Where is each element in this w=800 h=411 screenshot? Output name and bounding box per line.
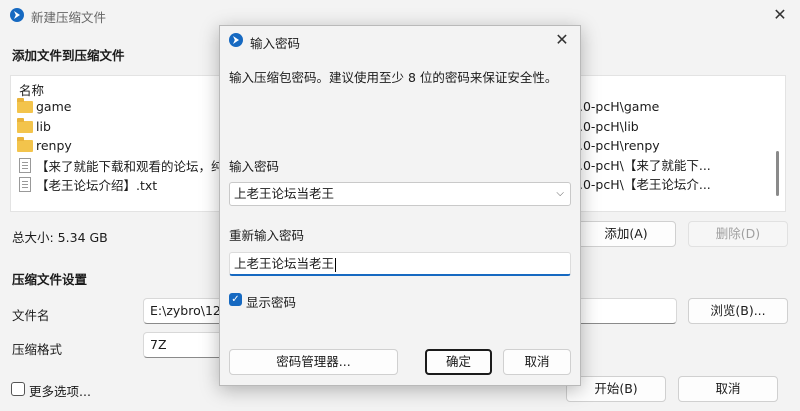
document-icon bbox=[19, 158, 31, 173]
main-cancel-button[interactable]: 取消 bbox=[678, 376, 778, 402]
password-combo-value: 上老王论坛当老王 bbox=[234, 186, 335, 201]
password-combo[interactable]: 上老王论坛当老王 ⌵ bbox=[229, 182, 571, 206]
text-caret bbox=[335, 257, 337, 272]
path-cell: .0-pcH\lib bbox=[579, 119, 639, 134]
password-label: 输入密码 bbox=[229, 159, 280, 174]
list-item-label: 【老王论坛介绍】.txt bbox=[36, 178, 158, 193]
reenter-password-label: 重新输入密码 bbox=[229, 228, 305, 243]
folder-icon bbox=[17, 136, 33, 152]
chevron-down-icon[interactable]: ⌵ bbox=[556, 183, 564, 205]
path-cell: .0-pcH\【来了就能下... bbox=[579, 158, 711, 173]
path-cell: .0-pcH\game bbox=[579, 99, 660, 114]
dialog-title: 输入密码 bbox=[250, 36, 301, 51]
password-dialog: 输入密码 ✕ 输入压缩包密码。建议使用至少 8 位的密码来保证安全性。 输入密码… bbox=[219, 25, 581, 386]
more-options-checkbox[interactable] bbox=[11, 382, 25, 396]
format-label: 压缩格式 bbox=[12, 342, 63, 357]
ok-button[interactable]: 确定 bbox=[425, 349, 492, 375]
main-close-icon[interactable]: ✕ bbox=[768, 4, 792, 26]
total-size-text: 总大小: 5.34 GB bbox=[12, 230, 108, 245]
reenter-password-value: 上老王论坛当老王 bbox=[234, 256, 335, 271]
list-item-label: game bbox=[36, 99, 72, 114]
list-item[interactable]: lib bbox=[17, 117, 51, 136]
document-icon bbox=[19, 177, 31, 192]
list-item[interactable]: renpy bbox=[17, 136, 72, 155]
list-item-label: renpy bbox=[36, 138, 72, 153]
settings-heading: 压缩文件设置 bbox=[12, 272, 88, 287]
add-button[interactable]: 添加(A) bbox=[576, 221, 676, 247]
show-password-label[interactable]: 显示密码 bbox=[246, 292, 296, 311]
folder-icon bbox=[17, 117, 33, 133]
vertical-scrollbar[interactable] bbox=[776, 151, 779, 196]
password-manager-button[interactable]: 密码管理器... bbox=[229, 349, 398, 375]
path-cell: .0-pcH\【老王论坛介... bbox=[579, 177, 711, 192]
filename-label: 文件名 bbox=[12, 308, 50, 323]
list-item[interactable]: 【老王论坛介绍】.txt bbox=[17, 175, 157, 194]
dialog-description: 输入压缩包密码。建议使用至少 8 位的密码来保证安全性。 bbox=[229, 70, 558, 85]
start-button[interactable]: 开始(B) bbox=[566, 376, 666, 402]
add-files-heading: 添加文件到压缩文件 bbox=[12, 48, 125, 63]
app-logo-icon bbox=[10, 8, 24, 22]
folder-icon bbox=[17, 97, 33, 113]
reenter-password-input[interactable]: 上老王论坛当老王 bbox=[229, 252, 571, 276]
list-item[interactable]: 【来了就能下载和观看的论坛，纯 bbox=[17, 156, 224, 175]
dialog-close-icon[interactable]: ✕ bbox=[550, 29, 574, 51]
list-item-label: 【来了就能下载和观看的论坛，纯 bbox=[36, 159, 224, 174]
delete-button[interactable]: 删除(D) bbox=[688, 221, 788, 247]
path-cell: .0-pcH\renpy bbox=[579, 138, 660, 153]
more-options-label[interactable]: 更多选项... bbox=[29, 381, 91, 400]
show-password-checkbox[interactable]: ✓ bbox=[229, 293, 242, 306]
dialog-logo-icon bbox=[229, 33, 243, 47]
dialog-cancel-button[interactable]: 取消 bbox=[503, 349, 571, 375]
main-window-title: 新建压缩文件 bbox=[31, 10, 107, 25]
list-item-label: lib bbox=[36, 119, 51, 134]
list-item[interactable]: game bbox=[17, 97, 71, 116]
browse-button[interactable]: 浏览(B)... bbox=[688, 298, 788, 324]
